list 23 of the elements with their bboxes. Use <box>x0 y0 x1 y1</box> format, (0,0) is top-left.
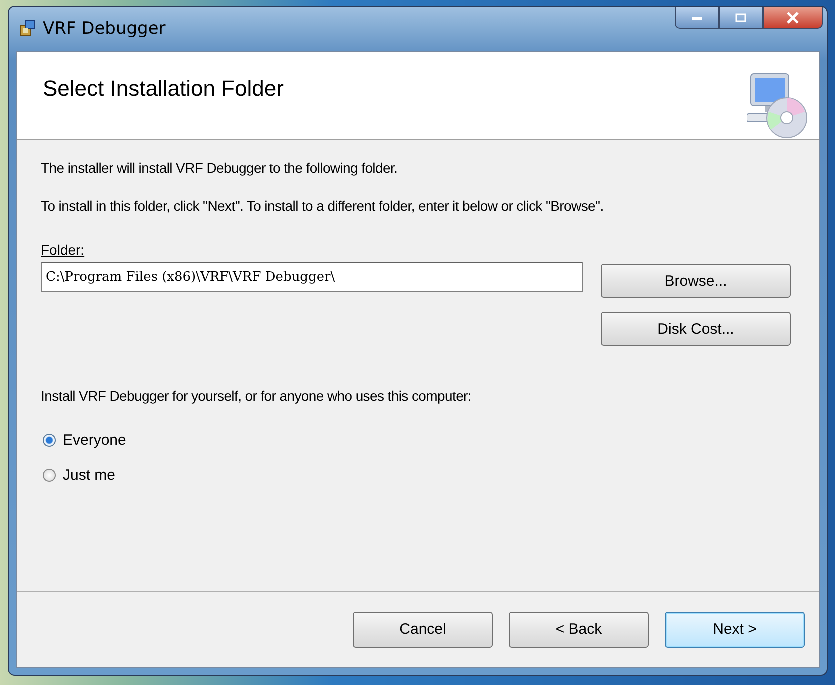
radio-button[interactable] <box>43 434 56 447</box>
radio-label[interactable]: Everyone <box>63 432 126 449</box>
minimize-icon <box>691 14 703 20</box>
radio-button[interactable] <box>43 469 56 482</box>
maximize-button[interactable] <box>719 7 763 29</box>
folder-field[interactable]: C:\Program Files (x86)\VRF\VRF Debugger\ <box>41 262 583 292</box>
radio-label[interactable]: Just me <box>63 467 116 484</box>
dialog-button[interactable]: < Back <box>509 612 649 648</box>
maximize-icon <box>735 12 747 22</box>
dialog-button[interactable]: Disk Cost... <box>601 312 791 346</box>
prompt-text: Install VRF Debugger for yourself, or for anyone who uses this computer: <box>41 388 473 404</box>
page-heading: Select Installation Folder <box>43 76 284 102</box>
dialog-button[interactable]: Next > <box>665 612 805 648</box>
folder-label: Folder: <box>41 242 86 258</box>
dialog-button[interactable]: Cancel <box>353 612 493 648</box>
window-title: VRF Debugger <box>43 19 166 39</box>
close-icon <box>786 12 800 24</box>
minimize-button[interactable] <box>675 7 719 29</box>
installer-icon <box>19 20 37 38</box>
instruction-text: The installer will install VRF Debugger to the following folder. <box>41 160 399 176</box>
dialog-button[interactable]: Browse... <box>601 264 791 298</box>
instruction-text: To install in this folder, click "Next". To install to a different folder, enter it below or click "Browse". <box>41 198 605 214</box>
close-button[interactable] <box>763 7 823 29</box>
